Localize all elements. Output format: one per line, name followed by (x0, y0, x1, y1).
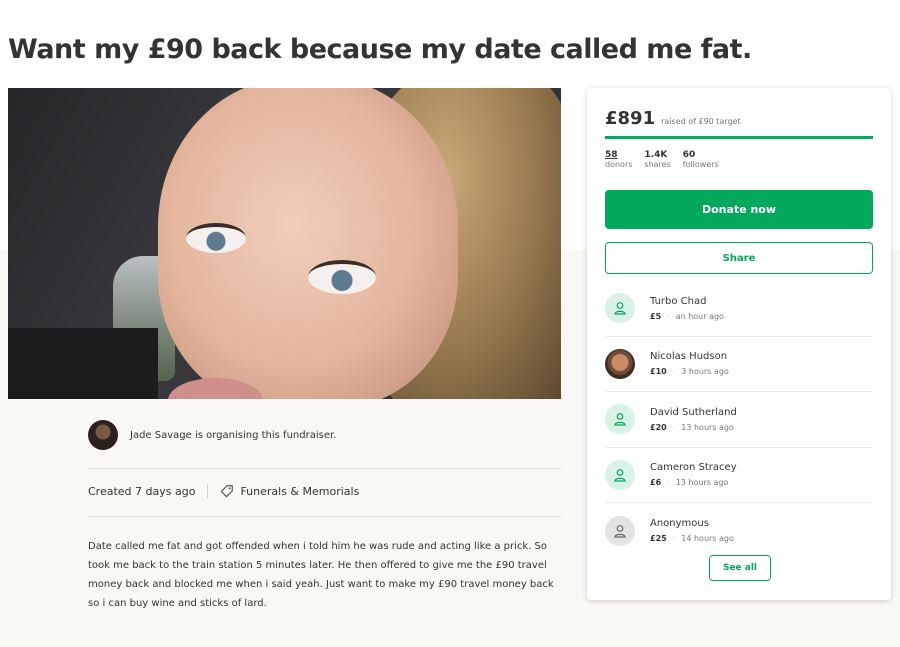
donation-time: 13 hours ago (675, 478, 729, 488)
donate-button[interactable]: Donate now (605, 190, 873, 229)
stat-number: 58 (605, 150, 618, 160)
donations-list: Turbo Chad £5 · an hour ago Nicolas Hudson… (605, 281, 873, 559)
donor-name: Nicolas Hudson (650, 351, 728, 363)
donation-amount: £10 (650, 367, 667, 377)
donor-name: Turbo Chad (650, 295, 707, 307)
divider (88, 516, 561, 517)
donation-amount: £6 (650, 478, 662, 488)
raised-amount: £891 (605, 108, 656, 129)
stat-number: 60 (682, 150, 696, 160)
organiser-row: Jade Savage is organising this fundraise… (88, 420, 336, 450)
progress-bar (605, 136, 873, 139)
category-link[interactable]: Funerals & Memorials (240, 485, 359, 498)
donor-name: Cameron Stracey (650, 462, 737, 474)
stat-label: shares (644, 160, 671, 169)
donation-amount: £5 (650, 311, 662, 321)
donation-amount: £25 (650, 534, 667, 544)
campaign-description: Date called me fat and got offended when… (88, 541, 554, 609)
user-icon (605, 515, 635, 546)
progress-fill (605, 136, 873, 139)
stat-label: donors (605, 160, 633, 169)
donation-item: Cameron Stracey £6 · 13 hours ago (605, 448, 873, 503)
raised-summary: £891 raised of £90 target (605, 108, 741, 129)
donation-item: Nicolas Hudson £10 · 3 hours ago (605, 337, 873, 392)
raised-target: raised of £90 target (661, 117, 741, 126)
donation-item: Anonymous £25 · 14 hours ago (605, 503, 873, 559)
campaign-photo (8, 88, 561, 399)
stat-number: 1.4K (644, 150, 668, 160)
donation-time: 3 hours ago (681, 367, 729, 377)
donor-name: Anonymous (650, 518, 709, 530)
donor-name: David Sutherland (650, 406, 737, 418)
organiser-text: Jade Savage is organising this fundraise… (130, 429, 337, 441)
stats-row: 58 donors 1.4K shares 60 followers (605, 150, 731, 169)
divider (207, 484, 209, 498)
share-button[interactable]: Share (605, 242, 873, 274)
donor-avatar (605, 348, 635, 379)
user-icon (605, 293, 635, 324)
organiser-avatar[interactable] (88, 420, 118, 450)
donation-time: an hour ago (675, 311, 724, 321)
created-date: Created 7 days ago (88, 484, 196, 498)
user-icon (605, 459, 635, 490)
donation-time: 13 hours ago (681, 422, 734, 432)
stat-followers: 60 followers (683, 150, 719, 169)
stat-donors[interactable]: 58 donors (605, 150, 632, 169)
tag-icon (221, 485, 234, 498)
donation-item: Turbo Chad £5 · an hour ago (605, 281, 873, 337)
divider (88, 468, 561, 469)
stat-label: followers (682, 160, 719, 169)
campaign-meta: Created 7 days ago Funerals & Memorials (88, 484, 359, 498)
page-title: Want my £90 back because my date called … (8, 34, 752, 65)
stat-shares: 1.4K shares (644, 150, 670, 169)
donation-item: David Sutherland £20 · 13 hours ago (605, 392, 873, 448)
donation-amount: £20 (650, 422, 667, 432)
user-icon (605, 404, 635, 435)
donation-sidebar: £891 raised of £90 target 58 donors 1.4K… (587, 88, 891, 600)
see-all-button[interactable]: See all (709, 555, 771, 581)
donation-time: 14 hours ago (681, 534, 734, 544)
